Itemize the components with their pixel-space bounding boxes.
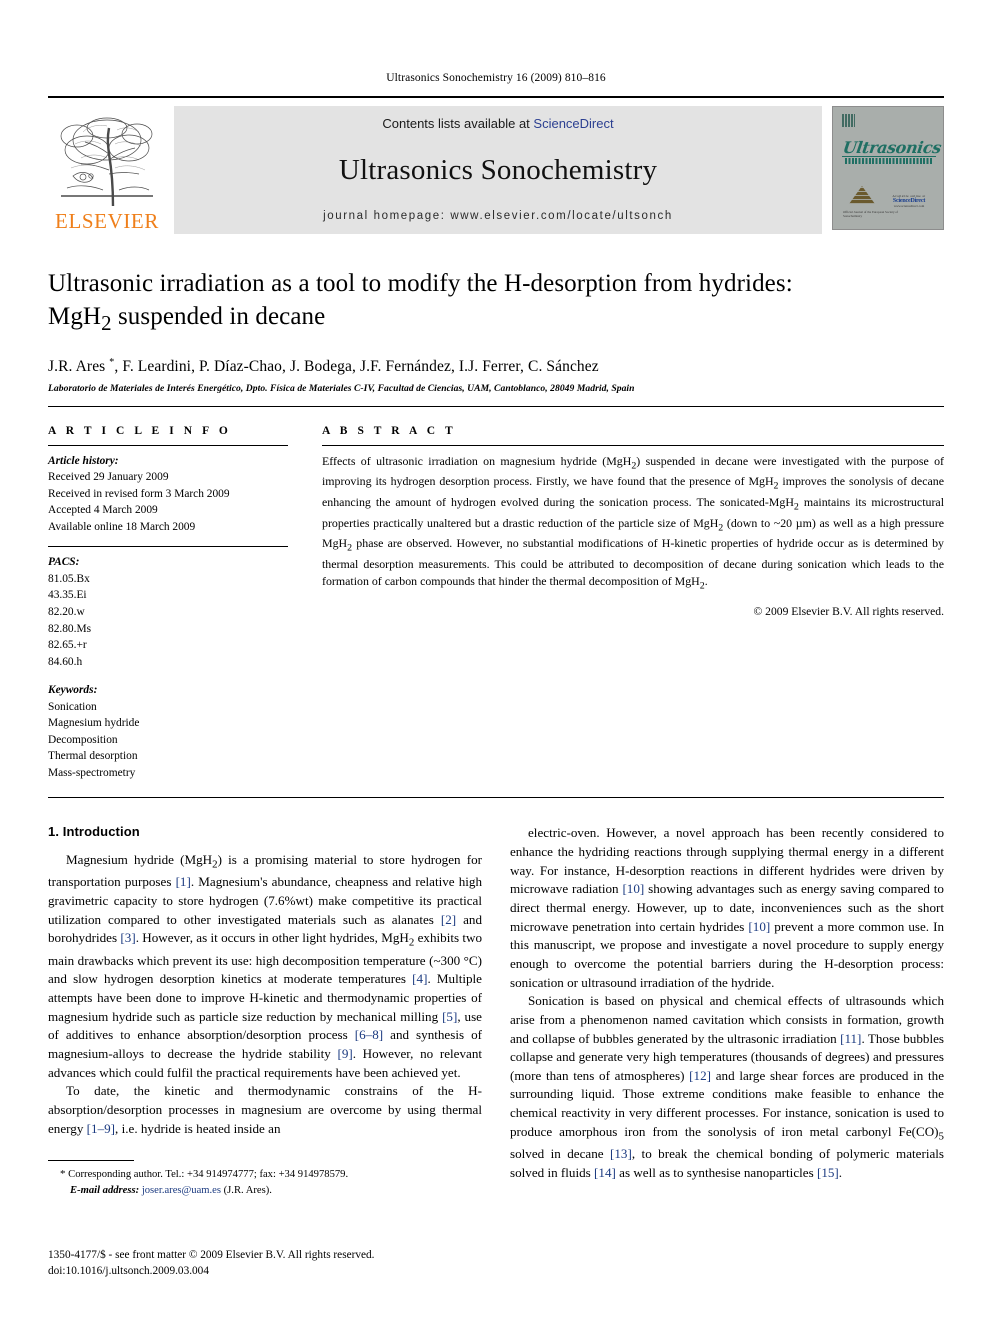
pacs-item: 81.05.Bx: [48, 572, 90, 585]
title-line-1: Ultrasonic irradiation as a tool to modi…: [48, 270, 793, 297]
history-item: Accepted 4 March 2009: [48, 504, 158, 517]
cover-script-title: Ultrasonics: [841, 138, 943, 157]
elsevier-wordmark: ELSEVIER: [55, 209, 159, 233]
article-info-rule-2: [48, 546, 288, 548]
article-history-heading: Article history:: [48, 454, 119, 467]
abstract-text: Effects of ultrasonic irradiation on mag…: [322, 453, 945, 592]
corresponding-author-text: Corresponding author. Tel.: +34 91497477…: [68, 1169, 349, 1181]
affiliation: Laboratorio de Materiales de Interés Ene…: [48, 382, 635, 394]
pacs-group: PACS: 81.05.Bx 43.35.Ei 82.20.w 82.80.Ms…: [48, 554, 288, 670]
history-item: Received 29 January 2009: [48, 471, 169, 484]
paragraph: To date, the kinetic and thermodynamic c…: [48, 1083, 482, 1136]
journal-band: Contents lists available at ScienceDirec…: [174, 106, 822, 234]
info-abstract-bottom-rule: [48, 797, 944, 799]
body-columns: 1. Introduction Magnesium hydride (MgH2)…: [48, 824, 944, 1198]
pacs-item: 43.35.Ei: [48, 589, 87, 602]
elsevier-logo: ELSEVIER: [48, 106, 166, 234]
keywords-group: Keywords: Sonication Magnesium hydride D…: [48, 682, 288, 781]
paragraph: Magnesium hydride (MgH2) is a promising …: [48, 852, 483, 1080]
body-column-right: electric-oven. However, a novel approach…: [510, 824, 944, 1198]
cover-sciencedirect-block: Available online at ScienceDirect www.sc…: [886, 194, 932, 208]
journal-article-page: Ultrasonics Sonochemistry 16 (2009) 810–…: [0, 0, 992, 1323]
cover-pyramid-lines: [849, 186, 875, 204]
pacs-heading: PACS:: [48, 556, 80, 569]
email-link[interactable]: joser.ares@uam.es: [142, 1185, 221, 1196]
title-subscript: 2: [101, 310, 112, 335]
elsevier-tree-icon: [60, 117, 153, 207]
cover-sd-bottom: www.sciencedirect.com: [893, 204, 925, 208]
title-block: Ultrasonic irradiation as a tool to modi…: [48, 234, 944, 394]
imprint-line-2: doi:10.1016/j.ultsonch.2009.03.004: [48, 1264, 209, 1277]
pacs-item: 82.65.+r: [48, 639, 87, 652]
journal-homepage-line[interactable]: journal homepage: www.elsevier.com/locat…: [323, 210, 673, 222]
corresponding-author-note: * Corresponding author. Tel.: +34 914974…: [48, 1167, 482, 1198]
sciencedirect-link[interactable]: ScienceDirect: [533, 116, 613, 131]
history-item: Available online 18 March 2009: [48, 520, 196, 533]
cover-footnote: Official Journal of the European Society…: [843, 210, 898, 218]
footnote-rule: [48, 1160, 134, 1162]
keyword-item: Thermal desorption: [48, 750, 138, 763]
author-list: J.R. Ares *, F. Leardini, P. Díaz-Chao, …: [48, 356, 599, 375]
imprint-block: 1350-4177/$ - see front matter © 2009 El…: [48, 1247, 375, 1279]
keyword-item: Magnesium hydride: [48, 717, 140, 730]
abstract-column: A B S T R A C T Effects of ultrasonic ir…: [322, 425, 944, 782]
body-column-left: 1. Introduction Magnesium hydride (MgH2)…: [48, 824, 482, 1198]
paragraph: Sonication is based on physical and chem…: [510, 993, 945, 1180]
running-head: Ultrasonics Sonochemistry 16 (2009) 810–…: [386, 72, 606, 84]
footnote-block: * Corresponding author. Tel.: +34 914974…: [48, 1160, 482, 1198]
info-abstract-region: A R T I C L E I N F O Article history: R…: [48, 405, 944, 782]
keyword-item: Decomposition: [48, 733, 118, 746]
pacs-item: 84.60.h: [48, 655, 83, 668]
page-title: Ultrasonic irradiation as a tool to modi…: [48, 268, 878, 337]
email-owner: (J.R. Ares).: [223, 1185, 272, 1197]
imprint-line-1: 1350-4177/$ - see front matter © 2009 El…: [48, 1248, 375, 1261]
keyword-item: Sonication: [48, 700, 97, 713]
pacs-item: 82.80.Ms: [48, 622, 92, 635]
keywords-heading: Keywords:: [48, 684, 98, 697]
journal-masthead: ELSEVIER Contents lists available at Sci…: [48, 96, 944, 234]
article-history-group: Article history: Received 29 January 200…: [48, 453, 288, 536]
footnote-marker: *: [60, 1168, 66, 1181]
abstract-rule: [322, 444, 944, 446]
cover-inner: Ultrasonics Available online at ScienceD…: [839, 112, 942, 224]
contents-prefix: Contents lists available at: [382, 116, 534, 131]
title-line-2-post: suspended in decane: [111, 302, 326, 330]
article-info-column: A R T I C L E I N F O Article history: R…: [48, 425, 288, 782]
cover-subtitle-bar: [845, 158, 933, 164]
article-info-rule: [48, 444, 288, 446]
paragraph: electric-oven. However, a novel approach…: [510, 825, 945, 990]
cover-publisher-mark-icon: [842, 114, 855, 127]
section-heading-introduction: 1. Introduction: [48, 824, 140, 840]
title-line-2-pre: MgH: [48, 302, 102, 330]
abstract-label: A B S T R A C T: [322, 424, 457, 437]
article-info-label: A R T I C L E I N F O: [48, 424, 232, 437]
journal-title: Ultrasonics Sonochemistry: [338, 154, 658, 186]
journal-cover-thumbnail: Ultrasonics Available online at ScienceD…: [832, 106, 944, 230]
keyword-item: Mass-spectrometry: [48, 766, 136, 779]
contents-available-line: Contents lists available at ScienceDirec…: [382, 116, 613, 131]
cover-rule: [842, 156, 936, 157]
pacs-item: 82.20.w: [48, 605, 85, 618]
abstract-copyright: © 2009 Elsevier B.V. All rights reserved…: [753, 604, 944, 618]
history-item: Received in revised form 3 March 2009: [48, 487, 230, 500]
email-label: E-mail address:: [70, 1185, 140, 1197]
